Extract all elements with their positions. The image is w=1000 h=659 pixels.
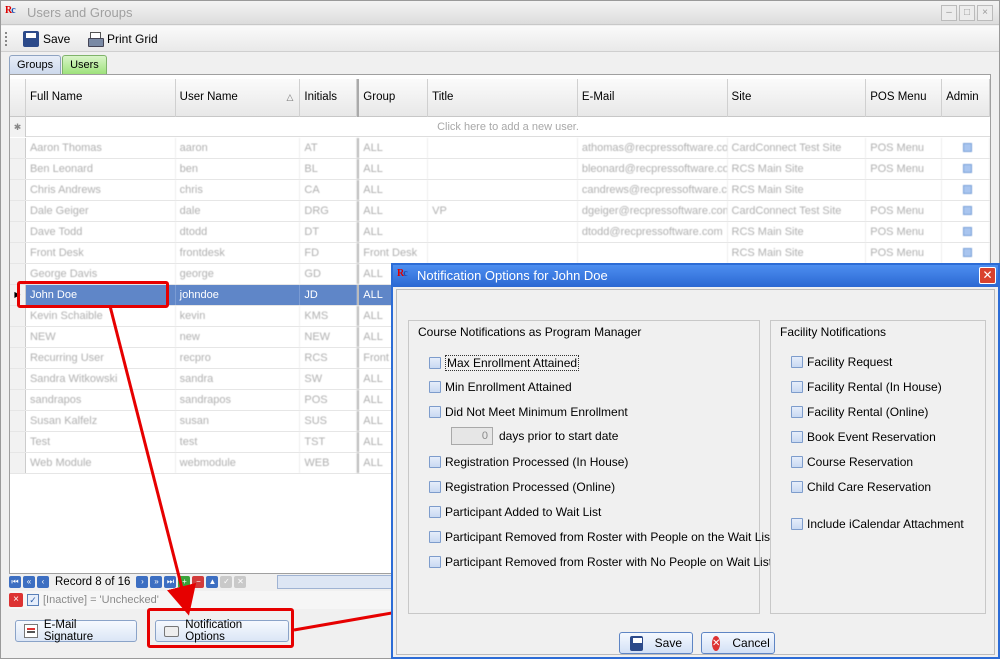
days-prior-label: days prior to start date <box>499 429 619 443</box>
cancel-icon: ✕ <box>712 635 721 651</box>
notification-options-dialog: Rc Notification Options for John Doe ✕ C… <box>391 263 1000 659</box>
days-prior-row: 0 days prior to start date <box>451 427 618 445</box>
min-enrollment-label: Min Enrollment Attained <box>445 380 572 394</box>
child-care-checkbox[interactable] <box>791 481 803 493</box>
facility-request-checkbox[interactable] <box>791 356 803 368</box>
course-notifications-group: Course Notifications as Program Manager … <box>408 320 773 614</box>
opt-book-event[interactable]: Book Event Reservation <box>791 430 936 444</box>
opt-reg-online[interactable]: Registration Processed (Online) <box>429 480 615 494</box>
dialog-close-button[interactable]: ✕ <box>979 267 996 284</box>
did-not-meet-min-checkbox[interactable] <box>429 406 441 418</box>
facility-rental-online-checkbox[interactable] <box>791 406 803 418</box>
reg-online-label: Registration Processed (Online) <box>445 480 616 494</box>
facility-group-title: Facility Notifications <box>780 325 887 339</box>
opt-did-not-meet-min[interactable]: Did Not Meet Minimum Enrollment <box>429 405 628 419</box>
removed-no-wait-list-checkbox[interactable] <box>429 556 441 568</box>
removed-with-wait-list-label: Participant Removed from Roster with Peo… <box>445 530 774 544</box>
course-reservation-checkbox[interactable] <box>791 456 803 468</box>
course-group-title: Course Notifications as Program Manager <box>418 325 642 339</box>
reg-in-house-checkbox[interactable] <box>429 456 441 468</box>
ical-attachment-label: Include iCalendar Attachment <box>807 517 964 531</box>
opt-facility-request[interactable]: Facility Request <box>791 355 892 369</box>
min-enrollment-checkbox[interactable] <box>429 381 441 393</box>
opt-removed-with-wait-list[interactable]: Participant Removed from Roster with Peo… <box>429 530 773 544</box>
reg-in-house-label: Registration Processed (In House) <box>445 455 629 469</box>
removed-no-wait-list-label: Participant Removed from Roster with No … <box>445 555 773 569</box>
opt-ical-attachment[interactable]: Include iCalendar Attachment <box>791 517 964 531</box>
dialog-titlebar[interactable]: Rc Notification Options for John Doe ✕ <box>393 265 998 287</box>
dialog-app-logo-icon: Rc <box>397 268 408 279</box>
did-not-meet-min-label: Did Not Meet Minimum Enrollment <box>445 405 628 419</box>
days-prior-input[interactable]: 0 <box>451 427 493 445</box>
opt-max-enrollment[interactable]: Max Enrollment Attained <box>429 355 580 371</box>
facility-rental-in-house-label: Facility Rental (In House) <box>807 380 942 394</box>
arrow-row-to-button <box>108 305 197 616</box>
dialog-cancel-label: Cancel <box>732 636 770 650</box>
facility-request-label: Facility Request <box>807 355 893 369</box>
dialog-save-button[interactable]: Save <box>619 632 693 654</box>
facility-notifications-group: Facility Notifications Facility Request … <box>770 320 986 614</box>
floppy-disk-icon <box>630 635 643 651</box>
removed-with-wait-list-checkbox[interactable] <box>429 531 441 543</box>
added-wait-list-label: Participant Added to Wait List <box>445 505 602 519</box>
dialog-title: Notification Options for John Doe <box>417 268 608 283</box>
opt-course-reservation[interactable]: Course Reservation <box>791 455 913 469</box>
child-care-label: Child Care Reservation <box>807 480 932 494</box>
facility-rental-in-house-checkbox[interactable] <box>791 381 803 393</box>
book-event-checkbox[interactable] <box>791 431 803 443</box>
added-wait-list-checkbox[interactable] <box>429 506 441 518</box>
opt-removed-no-wait-list[interactable]: Participant Removed from Roster with No … <box>429 555 772 569</box>
opt-added-wait-list[interactable]: Participant Added to Wait List <box>429 505 601 519</box>
opt-reg-in-house[interactable]: Registration Processed (In House) <box>429 455 628 469</box>
dialog-cancel-button[interactable]: ✕ Cancel <box>701 632 775 654</box>
opt-facility-rental-online[interactable]: Facility Rental (Online) <box>791 405 928 419</box>
dialog-body: Course Notifications as Program Manager … <box>396 289 995 655</box>
ical-attachment-checkbox[interactable] <box>791 518 803 530</box>
reg-online-checkbox[interactable] <box>429 481 441 493</box>
facility-rental-online-label: Facility Rental (Online) <box>807 405 929 419</box>
opt-child-care[interactable]: Child Care Reservation <box>791 480 931 494</box>
max-enrollment-label: Max Enrollment Attained <box>445 355 580 371</box>
max-enrollment-checkbox[interactable] <box>429 357 441 369</box>
opt-min-enrollment[interactable]: Min Enrollment Attained <box>429 380 572 394</box>
opt-facility-rental-in-house[interactable]: Facility Rental (In House) <box>791 380 942 394</box>
book-event-label: Book Event Reservation <box>807 430 936 444</box>
dialog-save-label: Save <box>654 636 682 650</box>
course-reservation-label: Course Reservation <box>807 455 914 469</box>
